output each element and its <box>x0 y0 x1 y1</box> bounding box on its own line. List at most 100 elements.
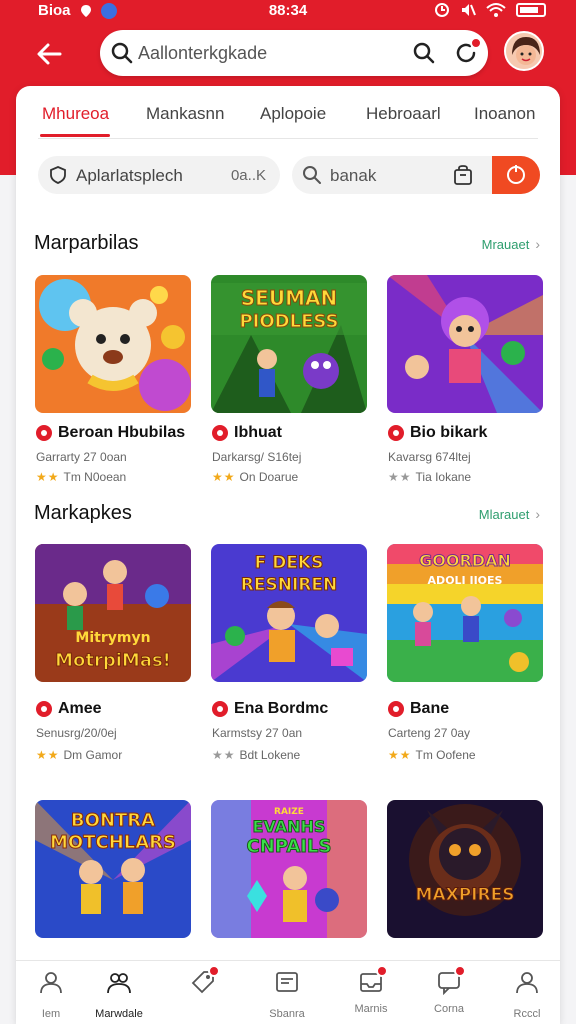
game-rating: ★★ Tm N0oean <box>36 470 126 484</box>
game-title-text: Bio bikark <box>410 424 488 441</box>
game-title[interactable]: Beroan Hbubilas <box>36 424 185 442</box>
purple-hero-game-art <box>387 275 543 413</box>
notification-button[interactable] <box>452 37 482 67</box>
nav-label: Iem <box>41 1008 61 1020</box>
game-thumbnail[interactable]: MAXPIRES <box>387 800 543 938</box>
star-rating-icon: ★★ <box>388 748 412 762</box>
thumb-logo-line2: MOTCHLARS <box>50 832 176 853</box>
game-title-text: Amee <box>58 700 102 717</box>
game-subtitle: Kavarsg 674ltej <box>388 450 471 464</box>
rating-text: Bdt Lokene <box>239 748 301 762</box>
shopping-bag-icon[interactable] <box>452 164 474 186</box>
rainbow-game-art: GOORDAN ADOLI IIOES <box>387 544 543 682</box>
nav-item-tag[interactable] <box>168 965 238 1003</box>
nav-item-marwdale[interactable]: Marwdale <box>84 969 154 1020</box>
search-go-button[interactable] <box>492 156 540 194</box>
rating-text: Tm N0oean <box>63 470 127 484</box>
game-thumbnail[interactable]: Mitrymyn MotrpiMas! <box>35 544 191 682</box>
tab-mhureoa[interactable]: Mhureoa <box>42 104 109 124</box>
game-thumbnail[interactable]: GOORDAN ADOLI IIOES <box>387 544 543 682</box>
game-thumbnail[interactable]: RAIZE EVANHS CNPAILS <box>211 800 367 938</box>
thumb-logo-line1: SEUMAN <box>241 286 337 310</box>
game-rating: ★★ Bdt Lokene <box>212 748 300 762</box>
game-thumbnail[interactable]: F DEKS RESNIREN <box>211 544 367 682</box>
filter-label: Aplarlatsplech <box>76 166 183 185</box>
game-thumbnail[interactable]: BONTRA MOTCHLARS <box>35 800 191 938</box>
secondary-search-input[interactable]: banak <box>292 156 540 194</box>
game-subtitle: Garrarty 27 0oan <box>36 450 127 464</box>
game-subtitle: Darkarsg/ S16tej <box>212 450 302 464</box>
thumb-logo-line1: RAIZE <box>274 807 304 817</box>
nav-label: Rcccl <box>513 1008 541 1020</box>
bottom-navigation: Iem Marwdale Sbanra Marnis Corna Rcccl <box>16 960 560 1024</box>
nav-label: Sbanra <box>269 1008 305 1020</box>
game-title-text: Ibhuat <box>234 424 282 441</box>
jungle-game-art: SEUMAN PIODLESS <box>211 275 367 413</box>
see-all-label: Mrauaet <box>481 237 530 252</box>
chevron-right-icon: › <box>535 236 540 252</box>
person-icon <box>40 972 62 994</box>
location-pin-icon <box>388 701 404 717</box>
star-rating-icon: ★★ <box>36 470 60 484</box>
rating-text: Dm Gamor <box>63 748 123 762</box>
nav-item-rcccl[interactable]: Rcccl <box>492 969 562 1020</box>
search-submit-icon[interactable] <box>412 41 436 65</box>
category-tabs: Mhureoa Mankasnn Aplopoie Hebroaarl Inoa… <box>16 86 560 140</box>
nav-label: Marwdale <box>95 1008 143 1020</box>
game-rating: ★★ Tia Iokane <box>388 470 471 484</box>
thumb-logo-line1: F DEKS <box>255 553 324 573</box>
game-subtitle: Carteng 27 0ay <box>388 726 471 740</box>
star-rating-icon: ★★ <box>36 748 60 762</box>
star-rating-icon: ★★ <box>212 748 236 762</box>
store-icon <box>276 972 298 992</box>
section-see-all-link[interactable]: Mrauaet › <box>482 236 540 252</box>
avatar[interactable] <box>504 31 544 71</box>
game-title[interactable]: Ibhuat <box>212 424 282 442</box>
game-title[interactable]: Bane <box>388 700 449 718</box>
location-pin-icon <box>388 425 404 441</box>
people-icon <box>107 973 131 994</box>
game-title[interactable]: Ena Bordmc <box>212 700 328 718</box>
search-icon <box>303 166 321 184</box>
tab-aplopoie[interactable]: Aplopoie <box>260 104 326 124</box>
thumb-logo-line2: EVANHS <box>253 817 326 836</box>
nav-item-marnis[interactable]: Marnis <box>336 965 406 1015</box>
thumb-logo-line2: PIODLESS <box>239 311 338 332</box>
thumb-logo-line1: Mitrymyn <box>75 630 150 646</box>
mute-icon <box>462 4 476 16</box>
chevron-right-icon: › <box>535 506 540 522</box>
see-all-label: Mlarauet <box>478 507 530 522</box>
location-pin-icon <box>212 425 228 441</box>
back-arrow-icon[interactable] <box>34 38 66 70</box>
nav-badge <box>208 965 220 977</box>
game-thumbnail[interactable] <box>387 275 543 413</box>
battery-icon <box>516 3 546 17</box>
game-rating: ★★ Tm Oofene <box>388 748 476 762</box>
star-rating-icon: ★★ <box>212 470 236 484</box>
nav-item-corna[interactable]: Corna <box>414 965 484 1015</box>
tab-hebroaarl[interactable]: Hebroaarl <box>366 104 441 124</box>
thumb-logo: MAXPIRES <box>416 885 515 905</box>
game-title[interactable]: Amee <box>36 700 102 718</box>
active-tab-indicator <box>40 134 110 137</box>
game-title-text: Bane <box>410 700 450 717</box>
filter-dropdown[interactable]: Aplarlatsplech 0a..K <box>38 156 280 194</box>
tab-inoanon[interactable]: Inoanon <box>474 104 535 124</box>
thumb-logo-line1: GOORDAN <box>419 551 511 570</box>
game-thumbnail[interactable]: SEUMAN PIODLESS <box>211 275 367 413</box>
section-see-all-link[interactable]: Mlarauet › <box>479 506 540 522</box>
shopping-tag-icon <box>190 965 220 995</box>
alarm-icon <box>435 3 449 17</box>
tab-mankasnn[interactable]: Mankasnn <box>146 104 224 124</box>
notification-dot <box>470 37 482 49</box>
nav-item-sbanra[interactable]: Sbanra <box>252 969 322 1020</box>
game-title-text: Ena Bordmc <box>234 700 329 717</box>
search-input[interactable]: Aallonterkgkade <box>100 30 488 76</box>
thumb-logo-line2: RESNIREN <box>241 575 337 595</box>
nav-item-iem[interactable]: Iem <box>16 969 86 1020</box>
game-subtitle: Senusrg/20/0ej <box>36 726 117 740</box>
game-thumbnail[interactable] <box>35 275 191 413</box>
chat-icon <box>436 965 466 996</box>
game-title[interactable]: Bio bikark <box>388 424 487 442</box>
star-rating-icon: ★★ <box>388 470 412 484</box>
